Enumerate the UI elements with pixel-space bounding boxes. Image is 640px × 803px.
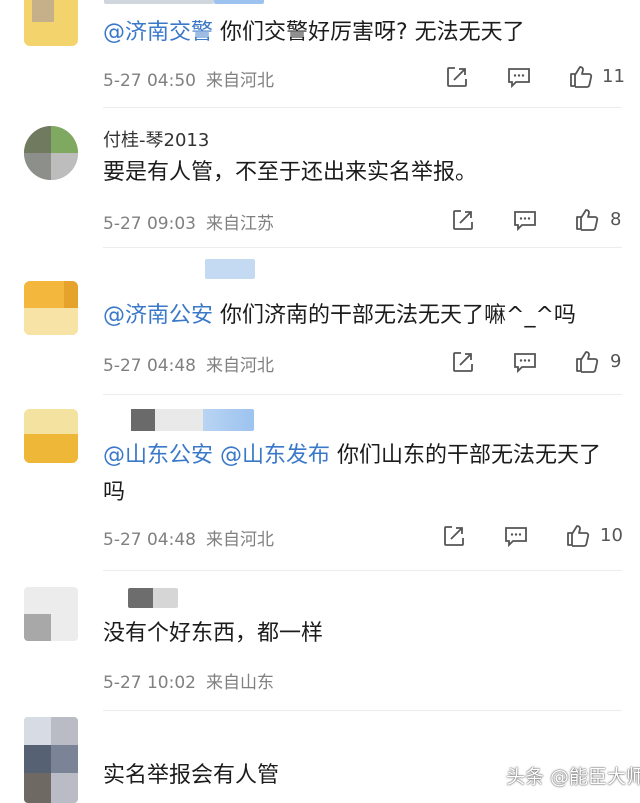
- divider: [103, 394, 622, 395]
- comment-icon[interactable]: [512, 207, 538, 233]
- badge-blurred: [214, 0, 264, 4]
- username-blurred[interactable]: [128, 588, 178, 608]
- mention-link[interactable]: @济南公安: [103, 303, 213, 328]
- mention-link-2[interactable]: @山东发布: [220, 443, 330, 468]
- avatar[interactable]: [24, 126, 78, 180]
- avatar[interactable]: [24, 281, 78, 335]
- comment-text: 要是有人管，不至于还出来实名举报。: [103, 160, 478, 185]
- share-icon[interactable]: [444, 64, 470, 90]
- like-icon[interactable]: [574, 348, 600, 374]
- comment-6: 实名举报会有人管: [0, 713, 640, 803]
- comment-5: 没有个好东西，都一样 5-27 10:02 来自山东: [0, 573, 640, 713]
- like-count: 10: [600, 525, 623, 546]
- comment-meta: 5-27 04:48 来自河北: [103, 351, 274, 376]
- share-icon[interactable]: [450, 207, 476, 233]
- comment-icon[interactable]: [512, 349, 538, 375]
- comment-meta: 5-27 09:03 来自江苏: [103, 209, 274, 234]
- like-count: 8: [610, 209, 622, 230]
- mention-link[interactable]: @济南交警: [103, 20, 213, 45]
- comment-text: 没有个好东西，都一样: [103, 621, 324, 646]
- share-icon[interactable]: [441, 523, 467, 549]
- comment-text: @济南公安 你们济南的干部无法无天了嘛^_^吗: [103, 303, 576, 328]
- comment-meta: 5-27 04:48 来自河北: [103, 525, 274, 550]
- comment-location: 来自山东: [205, 673, 274, 693]
- avatar[interactable]: [24, 0, 78, 46]
- like-count: 9: [610, 351, 622, 372]
- like-icon[interactable]: [568, 63, 594, 89]
- share-icon[interactable]: [450, 349, 476, 375]
- comment-meta: 5-27 10:02 来自山东: [103, 668, 274, 693]
- comment-time: 5-27 10:02: [103, 673, 196, 693]
- comment-location: 来自河北: [205, 356, 274, 376]
- comment-3: @济南公安 你们济南的干部无法无天了嘛^_^吗 5-27 04:48 来自河北 9: [0, 249, 640, 397]
- comment-text: @山东公安 @山东发布 你们山东的干部无法无天了吗: [103, 443, 602, 505]
- username[interactable]: 付桂-琴2013: [103, 126, 209, 152]
- comment-icon[interactable]: [506, 64, 532, 90]
- username-blurred[interactable]: [104, 409, 254, 431]
- comment-2: 付桂-琴2013 要是有人管，不至于还出来实名举报。 5-27 09:03 来自江…: [0, 112, 640, 248]
- comment-time: 5-27 09:03: [103, 214, 196, 234]
- comment-1: @济南交警 你们交警好厉害呀? 无法无天了 5-27 04:50 来自河北 11: [0, 0, 640, 112]
- like-count: 11: [602, 66, 625, 87]
- divider: [103, 710, 622, 711]
- comment-meta: 5-27 04:50 来自河北: [103, 66, 274, 91]
- comment-time: 5-27 04:48: [103, 356, 196, 376]
- mention-link[interactable]: @山东公安: [103, 443, 213, 468]
- username-blurred[interactable]: [205, 259, 255, 279]
- comment-time: 5-27 04:48: [103, 530, 196, 550]
- comment-location: 来自河北: [205, 71, 274, 91]
- comment-icon[interactable]: [503, 523, 529, 549]
- divider: [103, 247, 622, 248]
- comment-time: 5-27 04:50: [103, 71, 196, 91]
- watermark: 头条 @能臣大师: [506, 766, 640, 788]
- comment-4: @山东公安 @山东发布 你们山东的干部无法无天了吗 5-27 04:48 来自河北…: [0, 397, 640, 573]
- avatar[interactable]: [24, 717, 78, 803]
- username-blurred[interactable]: [104, 0, 214, 4]
- comment-location: 来自河北: [205, 530, 274, 550]
- divider: [103, 570, 622, 571]
- avatar[interactable]: [24, 409, 78, 463]
- divider: [103, 107, 622, 108]
- like-icon[interactable]: [565, 522, 591, 548]
- like-icon[interactable]: [574, 206, 600, 232]
- comment-text: @济南交警 你们交警好厉害呀? 无法无天了: [103, 20, 525, 45]
- comment-location: 来自江苏: [205, 214, 274, 234]
- avatar[interactable]: [24, 587, 78, 641]
